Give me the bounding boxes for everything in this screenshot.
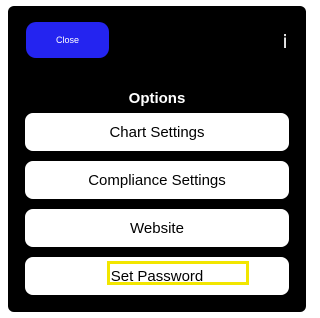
chart-settings-button[interactable]: Chart Settings (25, 113, 289, 151)
chart-settings-label: Chart Settings (109, 123, 205, 141)
compliance-settings-label: Compliance Settings (88, 171, 226, 189)
info-icon[interactable]: i (278, 30, 292, 54)
options-screen: Close i Options Chart Settings Complianc… (8, 6, 306, 312)
close-button[interactable]: Close (26, 22, 109, 58)
options-title: Options (128, 90, 186, 107)
website-label: Website (130, 219, 184, 237)
website-button[interactable]: Website (25, 209, 289, 247)
set-password-label: Set Password (110, 267, 204, 285)
compliance-settings-button[interactable]: Compliance Settings (25, 161, 289, 199)
set-password-button[interactable]: Set Password (25, 257, 289, 295)
